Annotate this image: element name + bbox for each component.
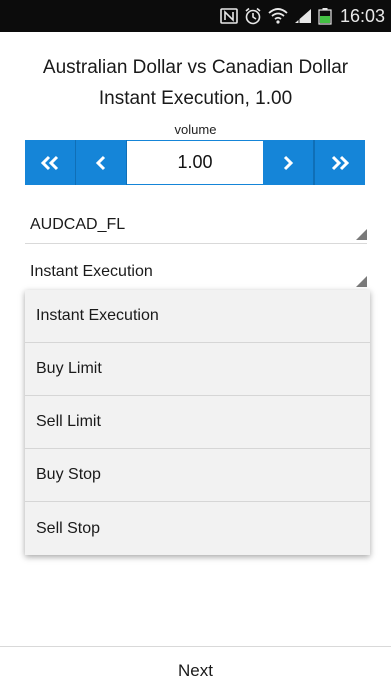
double-chevron-left-icon <box>39 155 61 171</box>
status-icons: 16:03 <box>220 0 385 32</box>
dropdown-option-buy-limit[interactable]: Buy Limit <box>25 343 370 396</box>
volume-input[interactable]: 1.00 <box>127 140 263 185</box>
chevron-right-icon <box>281 155 295 171</box>
wifi-icon <box>268 7 288 25</box>
bottom-bar: Next <box>0 646 391 695</box>
dropdown-option-instant-execution[interactable]: Instant Execution <box>25 290 370 343</box>
order-type-select[interactable]: Instant Execution <box>25 259 367 291</box>
dropdown-corner-icon <box>356 229 367 240</box>
signal-icon <box>294 8 312 24</box>
volume-stepper: 1.00 <box>25 140 367 185</box>
symbol-select-value: AUDCAD_FL <box>30 216 126 233</box>
status-bar: 16:03 <box>0 0 391 32</box>
symbol-select[interactable]: AUDCAD_FL <box>25 212 367 244</box>
page-title: Australian Dollar vs Canadian Dollar Ins… <box>0 52 391 114</box>
dropdown-option-sell-stop[interactable]: Sell Stop <box>25 502 370 555</box>
status-time: 16:03 <box>339 5 385 26</box>
alarm-icon <box>244 7 262 25</box>
order-type-dropdown: Instant Execution Buy Limit Sell Limit B… <box>25 290 370 555</box>
volume-label: volume <box>174 122 217 137</box>
chevron-left-icon <box>94 155 108 171</box>
double-chevron-right-icon <box>329 155 351 171</box>
fast-increase-button[interactable] <box>314 140 365 185</box>
dropdown-option-sell-limit[interactable]: Sell Limit <box>25 396 370 449</box>
order-type-select-value: Instant Execution <box>30 263 153 280</box>
increase-button[interactable] <box>263 140 314 185</box>
title-order-summary: Instant Execution, 1.00 <box>98 88 293 109</box>
next-button[interactable]: Next <box>0 647 391 695</box>
title-symbol-description: Australian Dollar vs Canadian Dollar <box>42 57 349 78</box>
battery-icon <box>318 7 332 25</box>
dropdown-corner-icon <box>356 276 367 287</box>
dropdown-option-buy-stop[interactable]: Buy Stop <box>25 449 370 502</box>
fast-decrease-button[interactable] <box>25 140 76 185</box>
nfc-icon <box>220 8 238 24</box>
decrease-button[interactable] <box>76 140 127 185</box>
